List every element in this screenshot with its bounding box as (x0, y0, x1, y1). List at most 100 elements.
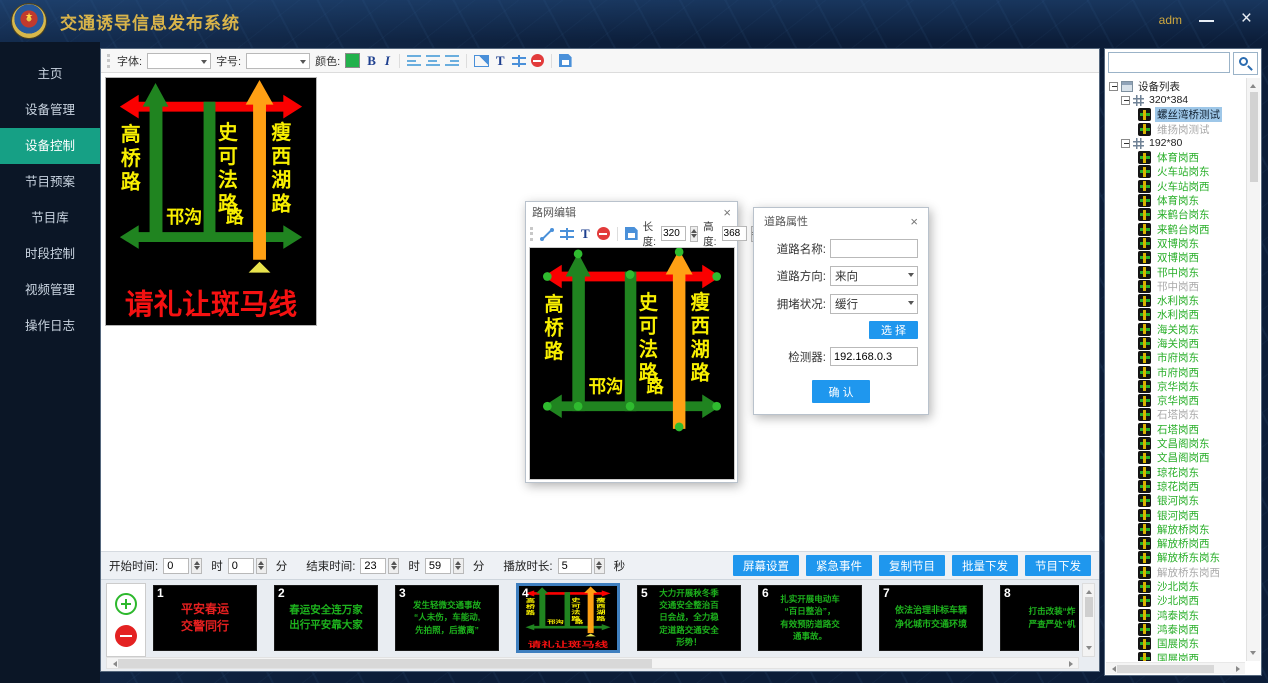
start-minute-input[interactable] (228, 558, 254, 574)
end-hour-input[interactable] (360, 558, 386, 574)
road-network-icon[interactable] (560, 228, 574, 240)
screen-settings-button[interactable]: 屏幕设置 (733, 555, 799, 576)
draw-line-icon[interactable] (540, 227, 555, 241)
end-hour-stepper[interactable] (388, 558, 399, 574)
thumbnail-item[interactable]: 3发生轻微交通事故“人未伤，车能动,先拍照，后撤离” (395, 585, 499, 651)
road-direction-select[interactable]: 来向 (830, 266, 918, 286)
sidebar-item-program-library[interactable]: 节目库 (0, 200, 100, 236)
tree-root[interactable]: 设备列表 (1108, 79, 1245, 93)
logged-in-user[interactable]: adm (1159, 13, 1182, 27)
scroll-down-icon[interactable] (1086, 646, 1092, 653)
tree-device-item[interactable]: 水利岗东 (1108, 293, 1245, 307)
scroll-right-icon[interactable] (1069, 661, 1076, 667)
bold-button[interactable]: B (365, 53, 378, 69)
tree-device-item[interactable]: 银河岗西 (1108, 508, 1245, 522)
sidebar-item-home[interactable]: 主页 (0, 56, 100, 92)
duration-input[interactable] (558, 558, 592, 574)
program-send-button[interactable]: 节目下发 (1025, 555, 1091, 576)
tree-device-item[interactable]: 市府岗东 (1108, 351, 1245, 365)
tree-device-item[interactable]: 双博岗东 (1108, 236, 1245, 250)
tree-group[interactable]: 192*80 (1108, 136, 1245, 150)
tree-device-item[interactable]: 海关岗西 (1108, 336, 1245, 350)
scroll-left-icon[interactable] (1109, 666, 1116, 672)
tree-device-item[interactable]: 石塔岗东 (1108, 408, 1245, 422)
start-hour-input[interactable] (163, 558, 189, 574)
detector-input[interactable] (830, 347, 918, 366)
emergency-event-button[interactable]: 紧急事件 (806, 555, 872, 576)
sidebar-item-device-management[interactable]: 设备管理 (0, 92, 100, 128)
sidebar-item-video-management[interactable]: 视频管理 (0, 272, 100, 308)
tree-expander-icon[interactable] (1121, 139, 1130, 148)
device-tree-horizontal-scrollbar[interactable] (1106, 662, 1245, 674)
tree-device-item[interactable]: 来鹤台岗西 (1108, 222, 1245, 236)
thumbnail-item[interactable]: 8打击改装“炸严查严处“机 (1000, 585, 1079, 651)
copy-program-button[interactable]: 复制节目 (879, 555, 945, 576)
end-minute-stepper[interactable] (453, 558, 464, 574)
tree-device-item[interactable]: 琼花岗东 (1108, 465, 1245, 479)
scrollbar-thumb[interactable] (1085, 597, 1093, 617)
tree-device-item[interactable]: 体育岗东 (1108, 193, 1245, 207)
color-swatch[interactable] (345, 53, 360, 68)
scrollbar-thumb[interactable] (1250, 92, 1258, 182)
length-input[interactable] (661, 226, 686, 241)
tree-device-item[interactable]: 解放桥东岗西 (1108, 565, 1245, 579)
thumbnail-vertical-scrollbar[interactable] (1082, 583, 1095, 657)
close-icon[interactable]: × (910, 215, 918, 228)
close-icon[interactable]: × (723, 206, 731, 219)
height-input[interactable] (722, 226, 747, 241)
thumbnail-item[interactable]: 5大力开展秋冬季交通安全整治百日会战，全力稳定道路交通安全形势！ (637, 585, 741, 651)
thumbnail-item[interactable]: 4高桥路史可法路瘦西湖路邗沟路请礼让斑马线 (516, 583, 620, 653)
sidebar-item-operation-log[interactable]: 操作日志 (0, 308, 100, 344)
tree-device-item[interactable]: 琼花岗西 (1108, 479, 1245, 493)
tree-device-item[interactable]: 文昌阁岗西 (1108, 451, 1245, 465)
tree-device-item[interactable]: 螺丝湾桥测试 (1108, 108, 1245, 122)
tree-device-item[interactable]: 银河岗东 (1108, 494, 1245, 508)
delete-icon[interactable] (531, 54, 544, 67)
sign-preview[interactable]: 高桥路史可法路瘦西湖路邗沟路请礼让斑马线 (105, 77, 317, 326)
road-name-input[interactable] (830, 239, 918, 258)
close-icon[interactable]: × (1241, 8, 1252, 30)
tree-device-item[interactable]: 石塔岗西 (1108, 422, 1245, 436)
italic-button[interactable]: I (383, 53, 392, 69)
end-minute-input[interactable] (425, 558, 451, 574)
save-icon[interactable] (559, 54, 572, 67)
scroll-up-icon[interactable] (1086, 587, 1092, 594)
insert-image-icon[interactable] (474, 55, 489, 67)
editor-canvas[interactable]: 高桥路史可法路瘦西湖路邗沟路请礼让斑马线 路网编辑 × T 长度: 高度: (101, 73, 1099, 551)
batch-send-button[interactable]: 批量下发 (952, 555, 1018, 576)
duration-stepper[interactable] (594, 558, 605, 574)
tree-expander-icon[interactable] (1121, 96, 1130, 105)
tree-device-item[interactable]: 京华岗西 (1108, 394, 1245, 408)
scroll-up-icon[interactable] (1250, 81, 1256, 88)
add-program-button[interactable] (115, 593, 137, 615)
font-size-select[interactable] (246, 53, 310, 69)
insert-text-icon[interactable]: T (579, 226, 592, 242)
align-right-icon[interactable] (445, 55, 459, 66)
tree-device-item[interactable]: 鸿泰岗西 (1108, 622, 1245, 636)
insert-text-icon[interactable]: T (494, 53, 507, 69)
tree-device-item[interactable]: 市府岗西 (1108, 365, 1245, 379)
select-button[interactable]: 选 择 (869, 321, 918, 339)
tree-group[interactable]: 320*384 (1108, 93, 1245, 107)
congestion-select[interactable]: 缓行 (830, 294, 918, 314)
tree-device-item[interactable]: 鸿泰岗东 (1108, 608, 1245, 622)
start-hour-stepper[interactable] (191, 558, 202, 574)
tree-device-item[interactable]: 京华岗东 (1108, 379, 1245, 393)
start-minute-stepper[interactable] (256, 558, 267, 574)
scrollbar-thumb[interactable] (118, 659, 652, 668)
save-icon[interactable] (625, 227, 638, 240)
tree-device-item[interactable]: 双博岗西 (1108, 251, 1245, 265)
road-network-icon[interactable] (512, 55, 526, 67)
tree-expander-icon[interactable] (1109, 82, 1118, 91)
font-family-select[interactable] (147, 53, 211, 69)
confirm-button[interactable]: 确 认 (812, 380, 869, 403)
tree-device-item[interactable]: 解放桥东岗东 (1108, 551, 1245, 565)
tree-device-item[interactable]: 体育岗西 (1108, 150, 1245, 164)
tree-device-item[interactable]: 沙北岗西 (1108, 594, 1245, 608)
tree-device-item[interactable]: 维扬岗测试 (1108, 122, 1245, 136)
device-search-input[interactable] (1108, 52, 1230, 73)
tree-device-item[interactable]: 火车站岗西 (1108, 179, 1245, 193)
tree-device-item[interactable]: 来鹤台岗东 (1108, 208, 1245, 222)
search-button[interactable] (1233, 52, 1258, 75)
align-left-icon[interactable] (407, 55, 421, 66)
